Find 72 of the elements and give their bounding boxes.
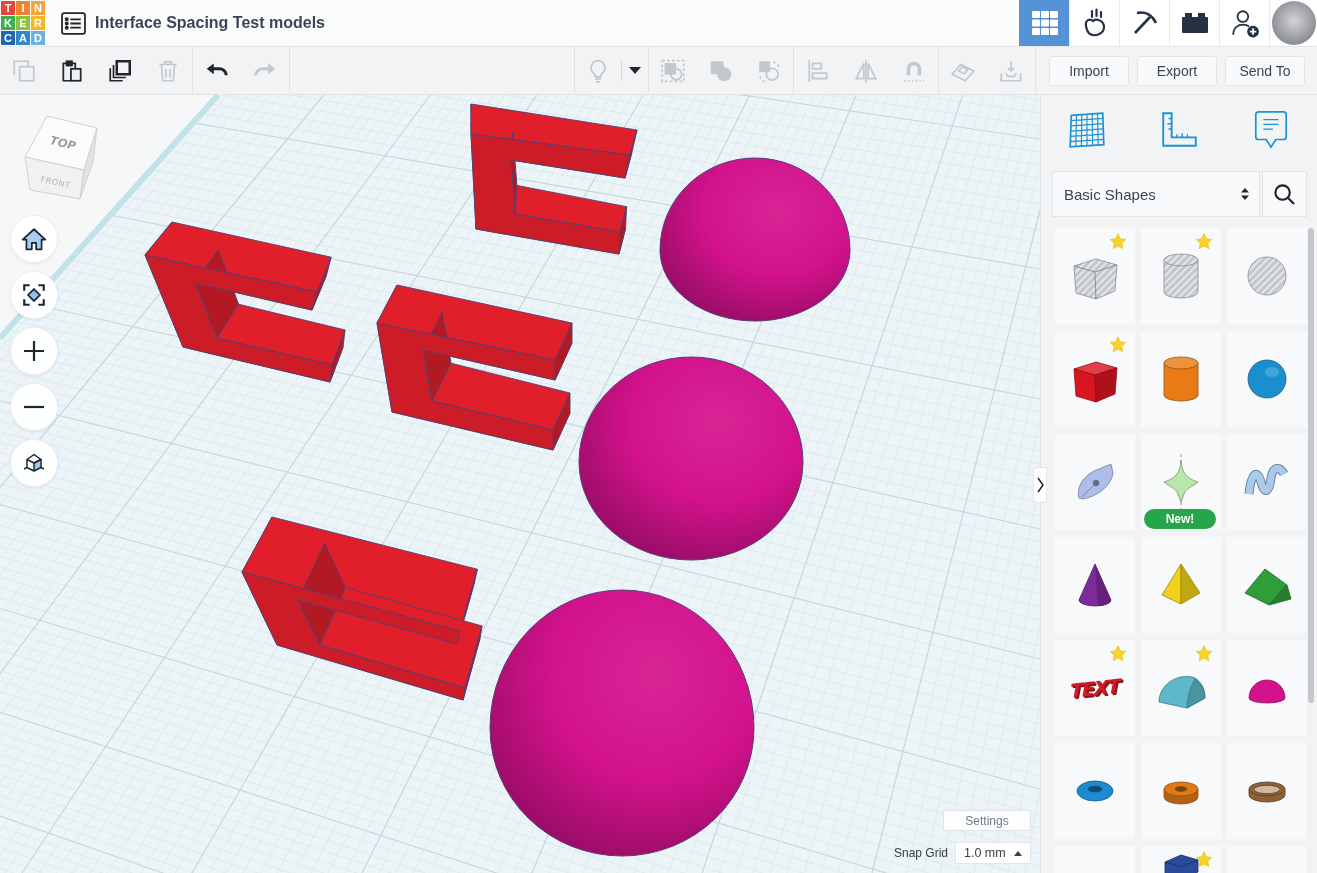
shape-tile[interactable] xyxy=(1141,640,1221,736)
dome-shape[interactable] xyxy=(489,589,755,857)
duplicate-icon xyxy=(107,57,133,84)
fit-button[interactable] xyxy=(10,271,58,319)
shape-tile[interactable] xyxy=(1141,537,1221,633)
text-shape-label: TEXT xyxy=(1070,674,1120,702)
zoom-in-icon xyxy=(23,340,45,362)
mirror-icon xyxy=(853,57,879,84)
logo-letter: K xyxy=(1,16,15,30)
workplane-grid-icon xyxy=(1066,109,1108,151)
grid-icon xyxy=(1031,11,1058,35)
shape-tile[interactable] xyxy=(1055,331,1135,427)
panel-collapse-button[interactable] xyxy=(1033,467,1047,503)
logo-letter: C xyxy=(1,31,15,45)
search-icon xyxy=(1273,182,1296,206)
shape-tile[interactable] xyxy=(1227,434,1307,530)
design-title: Interface Spacing Test models xyxy=(95,14,325,32)
home-button[interactable] xyxy=(10,215,58,263)
bracket-shape[interactable] xyxy=(376,284,573,451)
clipboard-icon xyxy=(59,57,85,84)
shape-tile[interactable] xyxy=(1227,537,1307,633)
caret-down-icon xyxy=(628,66,641,75)
logo-letter: T xyxy=(1,1,15,15)
cube-icon xyxy=(22,451,46,475)
focus-icon xyxy=(21,282,47,308)
toolbar-button[interactable]: Send To xyxy=(1225,55,1305,86)
add-user-icon xyxy=(1229,8,1260,38)
chevron-right-icon xyxy=(1036,477,1044,493)
up-down-icon xyxy=(1241,187,1249,201)
toolbar-button[interactable]: Export xyxy=(1137,55,1217,86)
dome-shape[interactable] xyxy=(578,356,804,561)
shape-tile[interactable] xyxy=(1227,743,1307,839)
shape-tile[interactable]: TEXT xyxy=(1055,640,1135,736)
toolbar-button[interactable]: Import xyxy=(1049,55,1129,86)
zoom-out-icon xyxy=(23,405,45,409)
caret-up-icon xyxy=(1014,850,1022,856)
copy-icon xyxy=(11,57,37,84)
logo-letter: E xyxy=(16,16,30,30)
settings-button[interactable]: Settings xyxy=(943,810,1031,831)
bracket-shape[interactable] xyxy=(470,103,638,255)
shape-tile[interactable] xyxy=(1055,537,1135,633)
logo-letter: D xyxy=(31,31,45,45)
brick-icon xyxy=(1181,13,1208,33)
list-icon xyxy=(60,11,86,35)
search-button[interactable] xyxy=(1262,171,1307,217)
design-list-button[interactable] xyxy=(59,9,87,37)
shape-tile[interactable] xyxy=(1141,331,1221,427)
bracket-shape[interactable] xyxy=(241,516,483,701)
cube-top-label: TOP xyxy=(48,133,78,154)
snap-grid-label: Snap Grid xyxy=(893,846,948,860)
align-icon xyxy=(805,57,831,84)
shape-tile[interactable] xyxy=(1141,228,1221,324)
logo-letter: A xyxy=(16,31,30,45)
new-badge: New! xyxy=(1144,509,1216,529)
shape-tile[interactable] xyxy=(1227,228,1307,324)
home-icon xyxy=(21,227,47,251)
group-icon xyxy=(660,57,686,84)
bracket-shape[interactable] xyxy=(144,221,346,383)
shape-category-select[interactable]: Basic Shapes xyxy=(1052,171,1260,217)
logo-letter: N xyxy=(31,1,45,15)
invite-button[interactable] xyxy=(1219,0,1269,46)
shape-tile[interactable] xyxy=(1141,743,1221,839)
dome-shape[interactable] xyxy=(659,157,851,322)
shape-tile[interactable] xyxy=(1227,331,1307,427)
shape-tile[interactable] xyxy=(1055,743,1135,839)
shape-tile[interactable] xyxy=(1055,228,1135,324)
logo-letter: I xyxy=(16,1,30,15)
snap-grid-select[interactable]: 1.0 mm xyxy=(955,842,1031,864)
logo-letter: R xyxy=(31,16,45,30)
shape-tile[interactable] xyxy=(1227,640,1307,736)
shape-tile[interactable] xyxy=(1055,434,1135,530)
scrollbar[interactable] xyxy=(1308,228,1314,703)
